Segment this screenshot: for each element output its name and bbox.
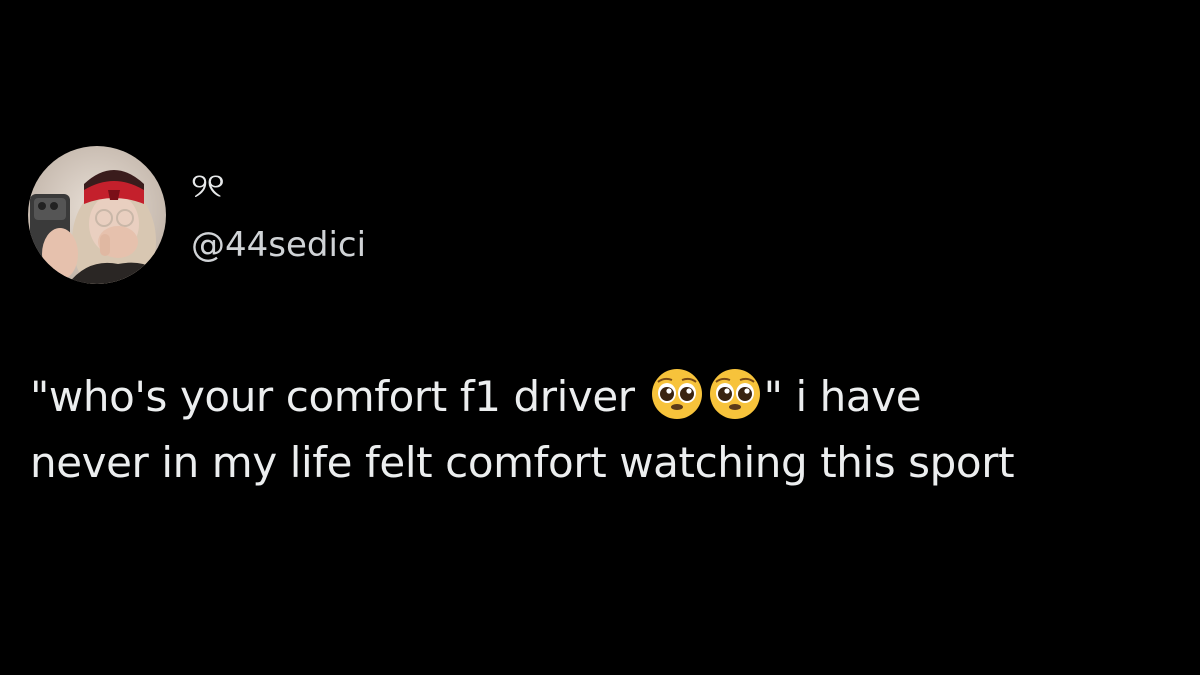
avatar[interactable]: [28, 146, 166, 284]
profile-photo-avatar-icon: [28, 146, 166, 284]
display-name[interactable]: ୨୧: [191, 166, 225, 206]
tweet-text-segment: "who's your comfort f1 driver: [30, 372, 635, 421]
tweet-text-segment: " i have: [763, 372, 922, 421]
pleading-face-emoji-icon: [650, 367, 704, 421]
pleading-face-emoji-icon: [708, 367, 762, 421]
tweet-card: ୨୧ @44sedici "who's your comfort f1 driv…: [0, 0, 1200, 675]
tweet-line-2: never in my life felt comfort watching t…: [30, 438, 1015, 487]
tweet-line-1: "who's your comfort f1 driver " i have: [30, 364, 1180, 430]
tweet-text: "who's your comfort f1 driver " i have n…: [30, 364, 1180, 496]
user-handle[interactable]: @44sedici: [191, 225, 366, 265]
